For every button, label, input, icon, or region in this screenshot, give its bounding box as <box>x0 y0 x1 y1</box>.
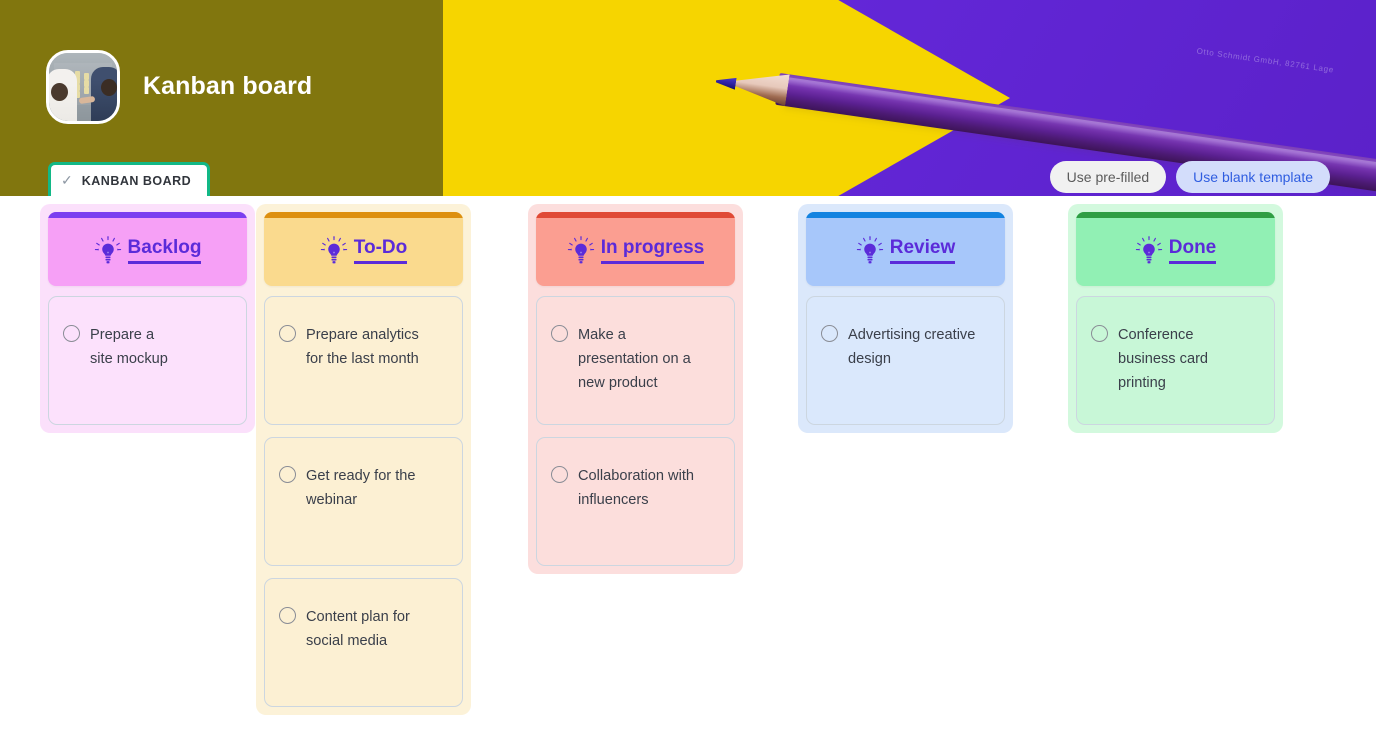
unchecked-circle-icon[interactable] <box>279 607 296 624</box>
column-cards: Prepare analytics for the last month Get r… <box>264 296 463 707</box>
task-card-text: Make a presentation on a new product <box>578 327 691 391</box>
task-card-text: Prepare analytics for the last month <box>306 327 419 367</box>
column-cards: Conference business card printing <box>1076 296 1275 425</box>
task-card[interactable]: Make a presentation on a new product <box>536 296 735 425</box>
column-title: To-Do <box>353 238 408 264</box>
unchecked-circle-icon[interactable] <box>279 325 296 342</box>
page-title: Kanban board <box>143 72 313 100</box>
task-card[interactable]: Content plan for social media <box>264 578 463 707</box>
board-column[interactable]: Done Conference business card printing <box>1068 204 1283 433</box>
column-title: Done <box>1168 238 1217 264</box>
task-card[interactable]: Collaboration with influencers <box>536 437 735 566</box>
lightbulb-icon <box>856 236 883 264</box>
header-actions: Use pre-filled Use blank template <box>1049 161 1330 193</box>
column-cards: Make a presentation on a new product Collab… <box>536 296 735 566</box>
pencil-graphite-tip <box>715 75 737 90</box>
use-prefilled-button[interactable]: Use pre-filled <box>1049 161 1167 193</box>
column-title: Backlog <box>127 238 202 264</box>
column-accent-bar <box>1076 212 1275 218</box>
board-column[interactable]: To-Do Prepare analytics for the last month… <box>256 204 471 715</box>
lightbulb-icon <box>94 236 121 264</box>
unchecked-circle-icon[interactable] <box>63 325 80 342</box>
avatar-photo <box>49 53 117 121</box>
task-card[interactable]: Advertising creative design <box>806 296 1005 425</box>
column-accent-bar <box>48 212 247 218</box>
column-header[interactable]: In progress <box>536 212 735 286</box>
tab-kanban-board[interactable]: ✓ KANBAN BOARD <box>48 162 211 196</box>
task-card-text: Prepare a site mockup <box>90 327 168 367</box>
kanban-board-page: Otto Schmidt GmbH, 82761 Lage Kanban boa… <box>0 0 1376 750</box>
board-area: Backlog Prepare a site mockup To-Do Prepare … <box>0 196 1376 750</box>
task-card[interactable]: Prepare a site mockup <box>48 296 247 425</box>
task-card[interactable]: Prepare analytics for the last month <box>264 296 463 425</box>
tab-label: KANBAN BOARD <box>81 173 192 188</box>
column-header[interactable]: To-Do <box>264 212 463 286</box>
column-accent-bar <box>264 212 463 218</box>
task-card[interactable]: Conference business card printing <box>1076 296 1275 425</box>
use-blank-template-button[interactable]: Use blank template <box>1176 161 1330 193</box>
unchecked-circle-icon[interactable] <box>551 466 568 483</box>
unchecked-circle-icon[interactable] <box>551 325 568 342</box>
column-cards: Advertising creative design <box>806 296 1005 425</box>
unchecked-circle-icon[interactable] <box>279 466 296 483</box>
unchecked-circle-icon[interactable] <box>1091 325 1108 342</box>
board-column[interactable]: In progress Make a presentation on a new pr… <box>528 204 743 574</box>
lightbulb-icon <box>1135 236 1162 264</box>
column-title: Review <box>889 238 956 264</box>
avatar <box>46 50 120 124</box>
column-accent-bar <box>806 212 1005 218</box>
column-accent-bar <box>536 212 735 218</box>
column-title: In progress <box>600 238 705 264</box>
column-header[interactable]: Review <box>806 212 1005 286</box>
task-card-text: Content plan for social media <box>306 609 410 649</box>
task-card-text: Advertising creative design <box>848 327 976 367</box>
lightbulb-icon <box>567 236 594 264</box>
avatar-person-right <box>91 67 117 121</box>
unchecked-circle-icon[interactable] <box>821 325 838 342</box>
avatar-person-left <box>49 69 77 121</box>
board-column[interactable]: Backlog Prepare a site mockup <box>40 204 255 433</box>
task-card-text: Conference business card printing <box>1118 327 1209 391</box>
column-header[interactable]: Backlog <box>48 212 247 286</box>
column-header[interactable]: Done <box>1076 212 1275 286</box>
lightbulb-icon <box>320 236 347 264</box>
task-card-text: Get ready for the webinar <box>306 468 416 508</box>
check-icon: ✓ <box>61 172 73 188</box>
task-card[interactable]: Get ready for the webinar <box>264 437 463 566</box>
board-column[interactable]: Review Advertising creative design <box>798 204 1013 433</box>
task-card-text: Collaboration with influencers <box>578 468 695 508</box>
column-cards: Prepare a site mockup <box>48 296 247 425</box>
